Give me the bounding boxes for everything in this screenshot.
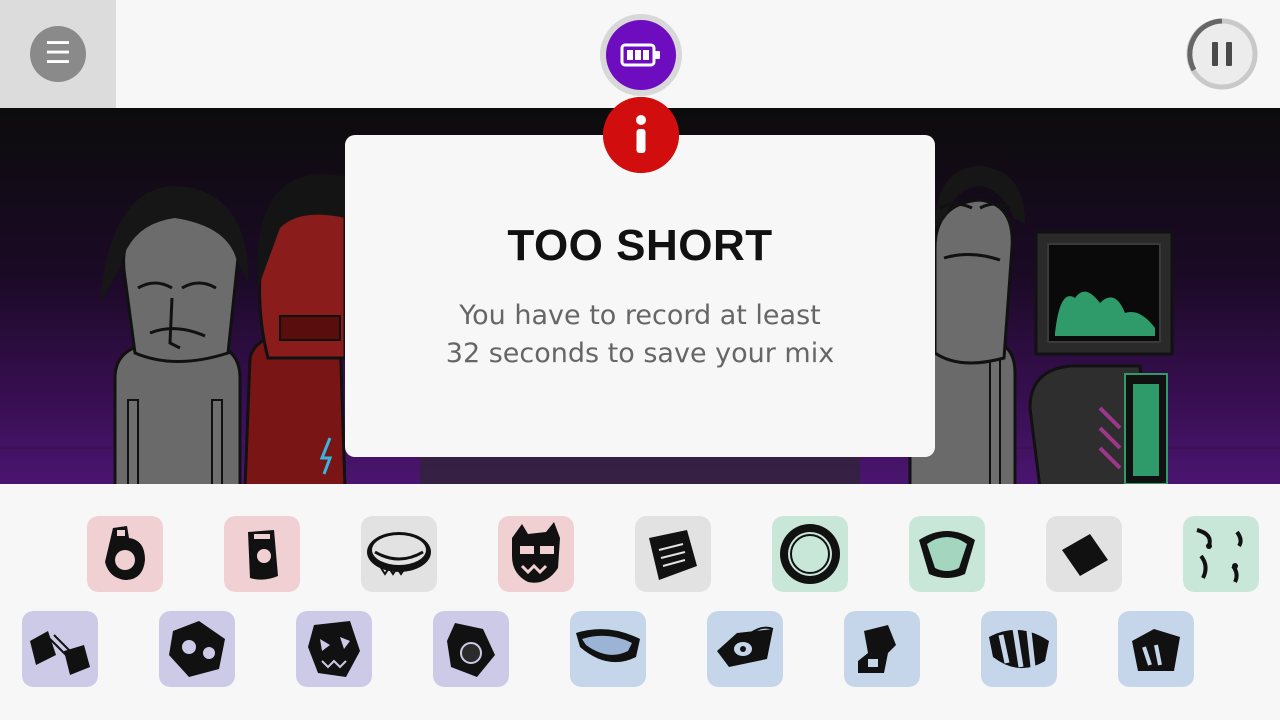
vocal-sound-1-icon bbox=[22, 611, 98, 687]
effect-sound-2-icon bbox=[635, 516, 711, 592]
melody-sound-1-icon bbox=[772, 516, 848, 592]
info-badge bbox=[603, 97, 679, 173]
vocal-sound-2-icon bbox=[159, 611, 235, 687]
sound-icon-voice-1[interactable] bbox=[570, 611, 646, 687]
sound-icon-voice-4[interactable] bbox=[981, 611, 1057, 687]
sound-icon-effect-3[interactable] bbox=[1046, 516, 1122, 592]
sound-icon-melody-3[interactable] bbox=[1183, 516, 1259, 592]
beat-sound-3-icon bbox=[498, 516, 574, 592]
pause-icon bbox=[1186, 18, 1258, 90]
melody-sound-3-icon bbox=[1183, 516, 1259, 592]
sound-icon-vocal-1[interactable] bbox=[22, 611, 98, 687]
record-button[interactable] bbox=[600, 14, 682, 96]
beat-sound-1-icon bbox=[87, 516, 163, 592]
dialog-title: TOO SHORT bbox=[507, 221, 773, 270]
character-4[interactable] bbox=[1028, 230, 1174, 484]
info-icon bbox=[603, 97, 679, 173]
dialog-message-line-1: You have to record at least bbox=[459, 300, 821, 331]
voice-sound-1-icon bbox=[570, 611, 646, 687]
sound-icon-voice-5[interactable] bbox=[1118, 611, 1194, 687]
voice-sound-2-icon bbox=[707, 611, 783, 687]
menu-panel: ☰ bbox=[0, 0, 116, 108]
sound-icon-vocal-2[interactable] bbox=[159, 611, 235, 687]
menu-button[interactable]: ☰ bbox=[30, 26, 86, 82]
voice-sound-5-icon bbox=[1118, 611, 1194, 687]
pause-button[interactable] bbox=[1186, 18, 1258, 90]
voice-sound-3-icon bbox=[844, 611, 920, 687]
sound-icon-voice-3[interactable] bbox=[844, 611, 920, 687]
dialog-message: You have to record at least 32 seconds t… bbox=[405, 297, 875, 373]
sound-icon-voice-2[interactable] bbox=[707, 611, 783, 687]
sound-palette bbox=[0, 484, 1280, 720]
character-1[interactable] bbox=[100, 186, 249, 484]
record-button-inner bbox=[606, 20, 676, 90]
sound-icon-melody-1[interactable] bbox=[772, 516, 848, 592]
effect-sound-3-icon bbox=[1046, 516, 1122, 592]
sound-icon-vocal-4[interactable] bbox=[433, 611, 509, 687]
sound-icon-beat-1[interactable] bbox=[87, 516, 163, 592]
melody-sound-2-icon bbox=[909, 516, 985, 592]
effect-sound-1-icon bbox=[361, 516, 437, 592]
sound-icon-vocal-3[interactable] bbox=[296, 611, 372, 687]
voice-sound-4-icon bbox=[981, 611, 1057, 687]
sound-icon-beat-2[interactable] bbox=[224, 516, 300, 592]
sound-icon-beat-3[interactable] bbox=[498, 516, 574, 592]
top-bar: ☰ bbox=[0, 0, 1280, 108]
too-short-dialog: TOO SHORT You have to record at least 32… bbox=[345, 135, 935, 457]
sound-icon-effect-2[interactable] bbox=[635, 516, 711, 592]
dialog-message-line-2: 32 seconds to save your mix bbox=[445, 338, 835, 369]
battery-icon bbox=[620, 43, 660, 67]
sound-icon-melody-2[interactable] bbox=[909, 516, 985, 592]
hamburger-icon: ☰ bbox=[44, 36, 72, 71]
vocal-sound-3-icon bbox=[296, 611, 372, 687]
beat-sound-2-icon bbox=[224, 516, 300, 592]
sound-icon-effect-1[interactable] bbox=[361, 516, 437, 592]
character-2[interactable] bbox=[243, 174, 347, 484]
vocal-sound-4-icon bbox=[433, 611, 509, 687]
